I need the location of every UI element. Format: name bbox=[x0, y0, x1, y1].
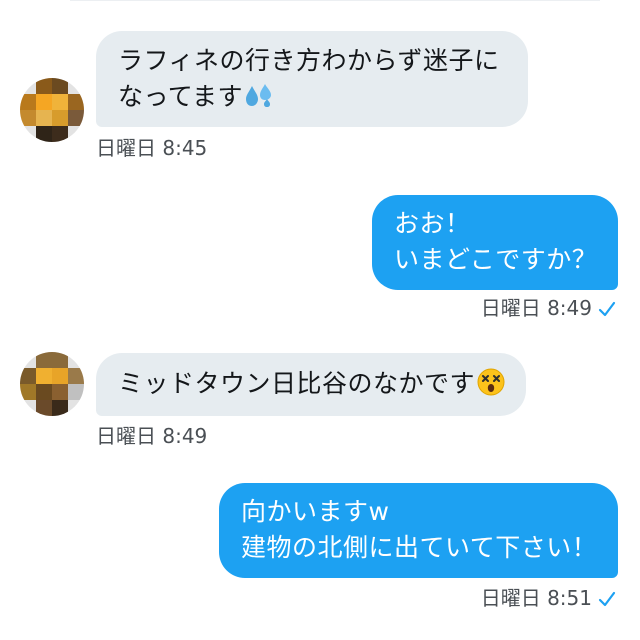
message-bubble-outgoing[interactable]: おお！ いまどこですか？ bbox=[372, 195, 618, 290]
sweat-droplets-icon bbox=[245, 83, 273, 119]
message-text-line: おお！ bbox=[394, 209, 471, 238]
message-status-row: 日曜日 8:49 bbox=[481, 296, 616, 322]
avatar[interactable] bbox=[20, 352, 84, 416]
message-timestamp: 日曜日 8:49 bbox=[480, 296, 592, 320]
sent-check-icon bbox=[598, 298, 616, 322]
message-text-line: 建物の北側に出ていて下さい！ bbox=[241, 533, 598, 562]
top-divider bbox=[70, 0, 600, 1]
message-timestamp: 日曜日 8:49 bbox=[96, 424, 208, 448]
sent-check-icon bbox=[598, 588, 616, 612]
message-timestamp: 日曜日 8:51 bbox=[480, 586, 592, 610]
dizzy-face-icon bbox=[477, 368, 505, 406]
message-text-line: なってます bbox=[118, 82, 244, 111]
message-text-line: いまどこですか？ bbox=[394, 245, 598, 274]
message-text-line: ラフィネの行き方わからず迷子に bbox=[118, 46, 500, 75]
message-timestamp: 日曜日 8:45 bbox=[96, 136, 208, 160]
message-status-row: 日曜日 8:51 bbox=[481, 586, 616, 612]
message-text-line: 向かいますw bbox=[241, 497, 390, 526]
message-bubble-incoming[interactable]: ラフィネの行き方わからず迷子に なってます bbox=[96, 31, 528, 127]
message-bubble-outgoing[interactable]: 向かいますw 建物の北側に出ていて下さい！ bbox=[219, 483, 618, 578]
message-text-line: ミッドタウン日比谷のなかです bbox=[118, 369, 476, 398]
message-bubble-incoming[interactable]: ミッドタウン日比谷のなかです bbox=[96, 353, 526, 416]
avatar[interactable] bbox=[20, 78, 84, 142]
